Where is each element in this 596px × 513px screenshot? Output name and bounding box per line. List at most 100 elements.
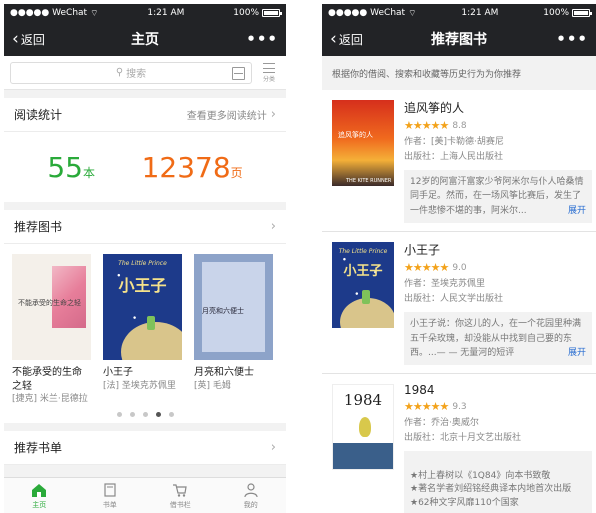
cover-title: 追风筝的人 [338, 131, 373, 139]
star-icons: ★★★★★ [404, 119, 449, 132]
book-list-item[interactable]: 追风筝的人 THE KITE RUNNER 追风筝的人 ★★★★★ 8.8 作者… [322, 90, 596, 233]
book-list-item[interactable]: The Little Prince 小王子 小王子 ★★★★★ 9.0 作者：圣… [322, 232, 596, 375]
book-list-item[interactable]: 1984 1984 ★★★★★ 9.3 作者：乔治·奥威尔 出版社：北京十月文艺… [322, 374, 596, 513]
cover-title: 不能承受的生命之轻 [18, 299, 81, 307]
booklist-header[interactable]: 推荐书单 › [4, 431, 286, 466]
tab-profile[interactable]: 我的 [216, 478, 287, 513]
book-author: [法] 圣埃克苏佩里 [103, 380, 176, 391]
pages-read-count: 12378 [141, 150, 231, 184]
tab-label: 主页 [32, 500, 47, 509]
chevron-right-icon: › [270, 440, 276, 456]
chevron-left-icon: ‹ [330, 28, 337, 49]
search-row: ⚲ 搜索 分类 [4, 56, 286, 90]
rating-score: 9.0 [452, 262, 467, 273]
reading-stats-card: 阅读统计 查看更多阅读统计 › 55本 12378页 [4, 98, 286, 202]
book-author: [英] 毛姆 [194, 380, 231, 391]
nav-bar: ‹ 返回 主页 ••• [4, 22, 286, 56]
star-icons: ★★★★★ [404, 400, 449, 414]
rating: ★★★★★ 9.0 [404, 261, 592, 274]
tab-borrow-cart[interactable]: 借书栏 [145, 478, 216, 513]
tab-bar: 主页 书单 借书栏 我的 [4, 477, 286, 513]
category-label: 分类 [262, 75, 275, 83]
tab-label: 我的 [243, 500, 258, 509]
book-title: 月亮和六便士 [194, 367, 254, 378]
description-text: ★村上春树以《1Q84》向本书致敬 ★著名学者刘绍铭经典译本内地首次出版 ★62… [410, 470, 572, 508]
expand-link[interactable]: 展开 [563, 203, 586, 219]
user-icon [244, 482, 258, 497]
carousel-dot[interactable] [116, 411, 122, 417]
recommend-header[interactable]: 推荐图书 › [4, 210, 286, 244]
home-screen: ●●●●● WeChat ⌔ 1:21 AM 100% ‹ 返回 主页 ••• … [4, 4, 286, 513]
recommend-screen: ●●●●● WeChat ⌔ 1:21 AM 100% ‹ 返回 推荐图书 ••… [322, 4, 596, 513]
cover-caption: The Little Prince [118, 260, 167, 267]
nav-bar: ‹ 返回 推荐图书 ••• [322, 22, 596, 56]
book-icon [104, 482, 116, 497]
recommend-title: 推荐图书 [14, 220, 63, 234]
home-icon [32, 483, 47, 497]
cover-title: 小王子 [343, 264, 383, 280]
clock: 1:21 AM [147, 8, 185, 18]
back-button[interactable]: ‹ 返回 [12, 30, 45, 48]
rating-score: 9.3 [452, 401, 467, 412]
back-button[interactable]: ‹ 返回 [330, 28, 363, 49]
tab-booklist[interactable]: 书单 [75, 478, 146, 513]
book-description: 小王子说：你这儿的人，在一个花园里种满五千朵玫瑰，却没能从中找到自己要的东西。.… [404, 312, 592, 366]
book-title: 小王子 [404, 243, 441, 258]
battery-percent: 100% [233, 8, 259, 18]
description-text: 小王子说：你这儿的人，在一个花园里种满五千朵玫瑰，却没能从中找到自己要的东西。.… [410, 319, 582, 358]
book-author: 作者：[美]卡勒德·胡赛尼 [404, 137, 504, 147]
search-placeholder: 搜索 [126, 69, 147, 80]
reading-stats-header[interactable]: 阅读统计 查看更多阅读统计 › [4, 98, 286, 132]
cover-title: 月亮和六便士 [202, 307, 244, 315]
rating-score: 8.8 [452, 120, 467, 131]
carousel-dot[interactable] [129, 411, 135, 417]
more-menu-button[interactable]: ••• [556, 30, 588, 48]
category-button[interactable]: 分类 [258, 62, 280, 83]
more-stats-link[interactable]: 查看更多阅读统计 › [187, 107, 276, 122]
back-label: 返回 [338, 32, 363, 47]
books-read-stat: 55本 [47, 151, 95, 184]
book-item[interactable]: 月亮和六便士 月亮和六便士 [英] 毛姆 [194, 254, 273, 405]
back-label: 返回 [20, 32, 45, 47]
more-menu-button[interactable]: ••• [246, 30, 278, 48]
battery-icon [262, 9, 282, 17]
book-cover: 不能承受的生命之轻 [12, 254, 91, 360]
book-item[interactable]: The Little Prince 小王子 小王子 [法] 圣埃克苏佩里 [103, 254, 182, 405]
booklist-card: 推荐书单 › [4, 431, 286, 466]
rating: ★★★★★ 9.3 [404, 400, 592, 413]
cover-title: 小王子 [118, 276, 167, 295]
carousel-dots [4, 405, 286, 423]
carousel-dot[interactable] [168, 411, 174, 417]
scan-icon[interactable] [232, 66, 245, 80]
star-icons: ★★★★★ [404, 261, 449, 275]
book-description: 12岁的阿富汗富家少爷阿米尔与仆人哈桑情同手足。然而，在一场风筝比赛后，发生了一… [404, 170, 592, 224]
book-author: 作者：乔治·奥威尔 [404, 418, 479, 429]
pages-read-unit: 页 [230, 165, 243, 180]
reading-stats-title: 阅读统计 [14, 108, 63, 122]
tab-home[interactable]: 主页 [4, 478, 75, 513]
book-title: 不能承受的生命之轻 [12, 367, 82, 392]
book-description: ★村上春树以《1Q84》向本书致敬 ★著名学者刘绍铭经典译本内地首次出版 ★62… [404, 451, 592, 513]
expand-link[interactable]: 展开 [563, 345, 586, 361]
recommend-card: 推荐图书 › 不能承受的生命之轻 不能承受的生命之轻 [捷克] 米兰·昆德拉 T… [4, 210, 286, 424]
book-cover: 月亮和六便士 [194, 254, 273, 360]
book-cover: 追风筝的人 THE KITE RUNNER [332, 100, 394, 186]
book-author: [捷克] 米兰·昆德拉 [12, 394, 88, 404]
books-read-unit: 本 [82, 165, 95, 180]
book-item[interactable]: 不能承受的生命之轻 不能承受的生命之轻 [捷克] 米兰·昆德拉 [12, 254, 91, 405]
carousel-dot-active[interactable] [155, 411, 161, 417]
battery-percent: 100% [543, 8, 569, 18]
book-publisher: 出版社：北京十月文艺出版社 [404, 433, 522, 444]
carousel-dot[interactable] [142, 411, 148, 417]
book-publisher: 出版社：人民文学出版社 [404, 294, 504, 305]
page-title: 推荐图书 [431, 32, 487, 48]
description-text: 12岁的阿富汗富家少爷阿米尔与仆人哈桑情同手足。然而，在一场风筝比赛后，发生了一… [410, 177, 584, 216]
recommend-carousel[interactable]: 不能承受的生命之轻 不能承受的生命之轻 [捷克] 米兰·昆德拉 The Litt… [4, 244, 286, 405]
book-author: 作者：圣埃克苏佩里 [404, 279, 486, 290]
battery-icon [572, 9, 592, 17]
booklist-title: 推荐书单 [14, 441, 63, 456]
search-input[interactable]: ⚲ 搜索 [10, 61, 252, 84]
page-title: 主页 [131, 32, 159, 48]
tab-label: 借书栏 [169, 500, 191, 509]
cover-title: 1984 [343, 391, 383, 410]
